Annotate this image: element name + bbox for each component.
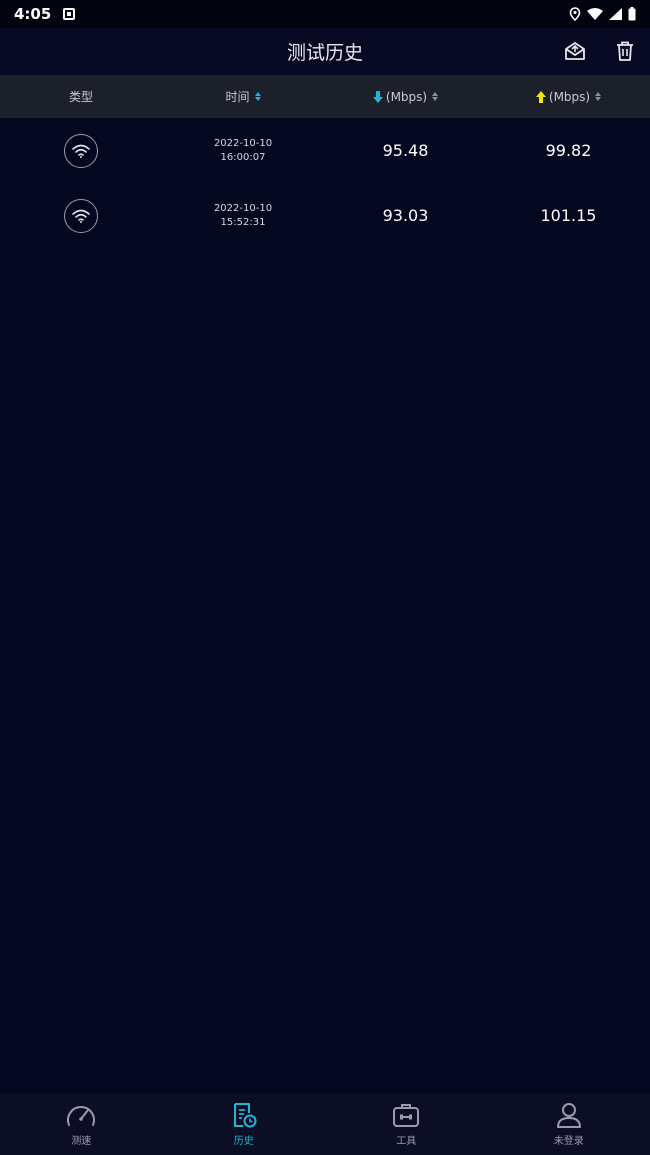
upload-value: 101.15 xyxy=(540,206,597,225)
status-time: 4:05 xyxy=(14,5,52,23)
column-time-sort[interactable]: 时间 xyxy=(162,88,324,105)
wifi-icon xyxy=(64,198,98,233)
column-download-label: (Mbps) xyxy=(385,89,428,104)
download-value: 93.03 xyxy=(382,206,429,225)
delete-button[interactable] xyxy=(611,37,639,65)
status-bar: 4:05 xyxy=(0,0,650,28)
wifi-icon xyxy=(64,133,98,168)
download-value: 95.48 xyxy=(382,141,429,160)
table-row[interactable]: 2022-10-10 15:52:31 93.03 101.15 xyxy=(0,183,650,248)
sort-active-icon xyxy=(254,92,261,101)
location-icon xyxy=(569,7,581,21)
upload-value: 99.82 xyxy=(545,141,592,160)
status-icons xyxy=(569,7,636,21)
wifi-status-icon xyxy=(587,8,603,20)
app-header: 测试历史 xyxy=(0,28,650,75)
row-time: 16:00:07 xyxy=(220,151,266,163)
row-time: 15:52:31 xyxy=(220,216,266,228)
page-title: 测试历史 xyxy=(286,42,363,64)
sort-icon xyxy=(432,92,439,101)
battery-icon xyxy=(628,7,636,21)
sort-icon xyxy=(595,92,602,101)
column-download-sort[interactable]: (Mbps) xyxy=(324,90,487,104)
export-mail-icon xyxy=(565,42,585,60)
signal-icon xyxy=(609,8,622,20)
row-upload: 101.15 xyxy=(487,206,650,225)
user-icon xyxy=(556,1103,581,1128)
table-header: 类型 时间 (Mbps) (Mbps) xyxy=(0,75,650,118)
tab-account[interactable]: 未登录 xyxy=(488,1093,650,1155)
column-upload-label: (Mbps) xyxy=(548,89,591,104)
tab-history[interactable]: 历史 xyxy=(163,1093,326,1155)
row-type xyxy=(0,133,162,168)
column-time-label: 时间 xyxy=(225,90,250,104)
trash-icon xyxy=(617,41,633,61)
tab-label: 历史 xyxy=(233,1136,254,1147)
row-download: 93.03 xyxy=(324,206,487,225)
column-type: 类型 xyxy=(0,88,162,105)
speedometer-icon xyxy=(67,1106,96,1126)
history-list: 2022-10-10 16:00:07 95.48 99.82 2022-10-… xyxy=(0,118,650,248)
tab-label: 测速 xyxy=(71,1136,92,1147)
column-upload-sort[interactable]: (Mbps) xyxy=(487,90,650,104)
row-type xyxy=(0,198,162,233)
download-arrow-icon xyxy=(372,90,383,103)
toolbox-icon xyxy=(393,1104,420,1127)
export-button[interactable] xyxy=(561,37,589,65)
upload-arrow-icon xyxy=(535,90,546,103)
row-date: 2022-10-10 xyxy=(213,137,273,149)
bottom-nav: 测速 历史 工具 未登录 xyxy=(0,1093,650,1155)
notification-icon xyxy=(63,8,76,20)
row-datetime: 2022-10-10 15:52:31 xyxy=(162,202,324,230)
tab-label: 工具 xyxy=(396,1136,417,1147)
tab-label: 未登录 xyxy=(553,1136,584,1147)
row-download: 95.48 xyxy=(324,141,487,160)
tab-speedtest[interactable]: 测速 xyxy=(0,1093,163,1155)
row-date: 2022-10-10 xyxy=(213,202,273,214)
row-upload: 99.82 xyxy=(487,141,650,160)
column-type-label: 类型 xyxy=(68,90,93,104)
row-datetime: 2022-10-10 16:00:07 xyxy=(162,137,324,165)
tab-tools[interactable]: 工具 xyxy=(325,1093,488,1155)
table-row[interactable]: 2022-10-10 16:00:07 95.48 99.82 xyxy=(0,118,650,183)
history-icon xyxy=(233,1103,257,1128)
